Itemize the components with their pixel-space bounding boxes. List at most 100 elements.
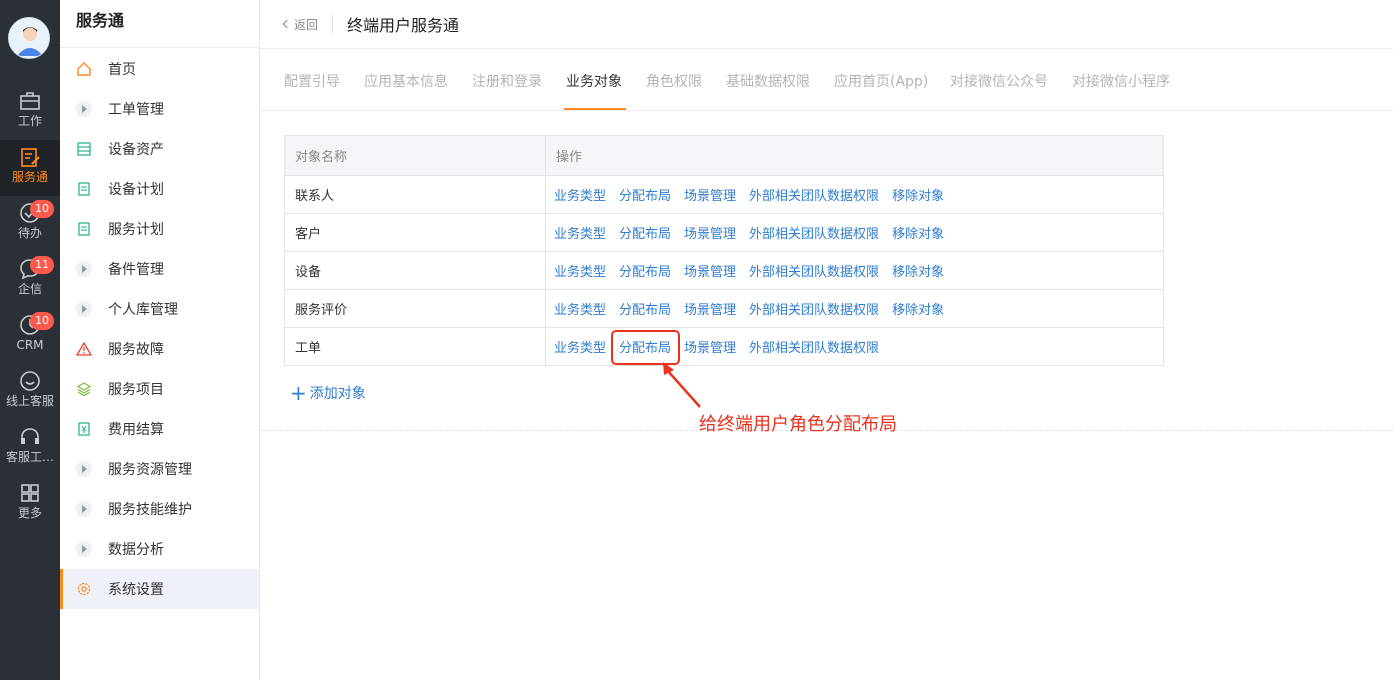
sidebar-item-service-faults[interactable]: 服务故障 bbox=[60, 329, 259, 369]
business-type-link[interactable]: 业务类型 bbox=[554, 303, 606, 318]
remove-object-link[interactable]: 移除对象 bbox=[892, 303, 944, 318]
external-team-permission-link[interactable]: 外部相关团队数据权限 bbox=[749, 265, 879, 280]
document-icon bbox=[76, 181, 92, 197]
business-type-link[interactable]: 业务类型 bbox=[554, 227, 606, 242]
sidebar-item-label: 备件管理 bbox=[108, 262, 164, 278]
tab-register-login[interactable]: 注册和登录 bbox=[472, 71, 542, 91]
external-team-permission-link[interactable]: 外部相关团队数据权限 bbox=[749, 189, 879, 204]
table-row: 客户 业务类型 分配布局 场景管理 外部相关团队数据权限 移除对象 bbox=[284, 213, 1164, 252]
sidebar-item-personal-inventory[interactable]: 个人库管理 bbox=[60, 289, 259, 329]
rail-label: 客服工… bbox=[5, 450, 54, 464]
remove-object-link[interactable]: 移除对象 bbox=[892, 227, 944, 242]
rail-label: 服务通 bbox=[11, 170, 48, 184]
rail-item-online-service[interactable]: 线上客服 bbox=[0, 370, 60, 426]
annotation-highlight-box bbox=[611, 330, 680, 365]
rail-item-crm[interactable]: 10 CRM bbox=[0, 312, 60, 370]
warning-icon bbox=[76, 341, 92, 357]
plus-icon: + bbox=[290, 381, 307, 405]
caret-right-icon bbox=[76, 261, 92, 277]
table-row: 联系人 业务类型 分配布局 场景管理 外部相关团队数据权限 移除对象 bbox=[284, 175, 1164, 214]
scene-management-link[interactable]: 场景管理 bbox=[684, 265, 736, 280]
sidebar-item-label: 费用结算 bbox=[108, 422, 164, 438]
sidebar-item-service-plan[interactable]: 服务计划 bbox=[60, 209, 259, 249]
assign-layout-link[interactable]: 分配布局 bbox=[619, 227, 671, 242]
rail-item-service[interactable]: 服务通 bbox=[0, 140, 60, 196]
assign-layout-link[interactable]: 分配布局 bbox=[619, 189, 671, 204]
sidebar-item-label: 工单管理 bbox=[108, 102, 164, 118]
rail-label: 待办 bbox=[17, 226, 42, 240]
sidebar-item-billing[interactable]: 费用结算 bbox=[60, 409, 259, 449]
sidebar-item-label: 服务计划 bbox=[108, 222, 164, 238]
grid-icon bbox=[21, 484, 39, 502]
caret-right-icon bbox=[76, 501, 92, 517]
actions-cell: 业务类型 分配布局 场景管理 外部相关团队数据权限 移除对象 bbox=[545, 213, 1164, 252]
sidebar-item-label: 服务故障 bbox=[108, 342, 164, 358]
service-icon bbox=[21, 148, 40, 167]
sidebar-item-label: 首页 bbox=[108, 62, 136, 78]
sidebar-item-device-plan[interactable]: 设备计划 bbox=[60, 169, 259, 209]
tab-basic-data-permissions[interactable]: 基础数据权限 bbox=[726, 71, 810, 91]
tab-wechat-miniprogram[interactable]: 对接微信小程序 bbox=[1072, 71, 1170, 91]
objects-table: 对象名称 操作 联系人 业务类型 分配布局 场景管理 外部相关团队数据权限 移除对象 客… bbox=[284, 135, 1164, 366]
scene-management-link[interactable]: 场景管理 bbox=[684, 227, 736, 242]
business-type-link[interactable]: 业务类型 bbox=[554, 189, 606, 204]
sidebar-item-label: 系统设置 bbox=[108, 582, 164, 598]
add-object-label: 添加对象 bbox=[309, 386, 366, 402]
sidebar-item-skill-maintenance[interactable]: 服务技能维护 bbox=[60, 489, 259, 529]
scene-management-link[interactable]: 场景管理 bbox=[684, 341, 736, 356]
caret-right-icon bbox=[76, 541, 92, 557]
sidebar-item-spare-parts[interactable]: 备件管理 bbox=[60, 249, 259, 289]
tab-app-home[interactable]: 应用首页(App) bbox=[834, 71, 928, 91]
document-icon bbox=[76, 221, 92, 237]
sidebar-item-label: 服务项目 bbox=[108, 382, 164, 398]
rail-item-more[interactable]: 更多 bbox=[0, 482, 60, 538]
object-name-cell: 客户 bbox=[284, 213, 546, 252]
object-name-cell: 服务评价 bbox=[284, 289, 546, 328]
table-row: 工单 业务类型 分配布局 场景管理 外部相关团队数据权限 bbox=[284, 327, 1164, 366]
add-object-button[interactable]: + 添加对象 bbox=[290, 383, 366, 403]
rail-item-service-desk[interactable]: 客服工… bbox=[0, 426, 60, 482]
sidebar-item-work-orders[interactable]: 工单管理 bbox=[60, 89, 259, 129]
business-type-link[interactable]: 业务类型 bbox=[554, 341, 606, 356]
back-button[interactable]: 返回 bbox=[282, 16, 318, 33]
actions-cell: 业务类型 分配布局 场景管理 外部相关团队数据权限 移除对象 bbox=[545, 289, 1164, 328]
column-header-object-name: 对象名称 bbox=[284, 135, 546, 176]
table-row: 设备 业务类型 分配布局 场景管理 外部相关团队数据权限 移除对象 bbox=[284, 251, 1164, 290]
tab-setup-guide[interactable]: 配置引导 bbox=[284, 71, 340, 91]
sidebar-item-device-assets[interactable]: 设备资产 bbox=[60, 129, 259, 169]
sidebar-item-label: 数据分析 bbox=[108, 542, 164, 558]
sidebar-item-system-settings[interactable]: 系统设置 bbox=[60, 569, 259, 609]
sidebar-item-home[interactable]: 首页 bbox=[60, 49, 259, 89]
sidebar-item-service-resources[interactable]: 服务资源管理 bbox=[60, 449, 259, 489]
rail-item-work[interactable]: 工作 bbox=[0, 90, 60, 146]
business-type-link[interactable]: 业务类型 bbox=[554, 265, 606, 280]
scene-management-link[interactable]: 场景管理 bbox=[684, 189, 736, 204]
actions-cell: 业务类型 分配布局 场景管理 外部相关团队数据权限 移除对象 bbox=[545, 251, 1164, 290]
tab-app-info[interactable]: 应用基本信息 bbox=[364, 71, 448, 91]
external-team-permission-link[interactable]: 外部相关团队数据权限 bbox=[749, 227, 879, 242]
sidebar-item-service-items[interactable]: 服务项目 bbox=[60, 369, 259, 409]
assign-layout-link[interactable]: 分配布局 bbox=[619, 265, 671, 280]
main-content: 返回 终端用户服务通 配置引导 应用基本信息 注册和登录 业务对象 角色权限 基… bbox=[260, 0, 1393, 680]
tab-wechat-official[interactable]: 对接微信公众号 bbox=[950, 71, 1048, 91]
annotation-text: 给终端用户角色分配布局 bbox=[699, 414, 897, 435]
sidebar-item-label: 服务技能维护 bbox=[108, 502, 192, 518]
assign-layout-link[interactable]: 分配布局 bbox=[619, 303, 671, 318]
user-avatar[interactable] bbox=[8, 17, 50, 59]
rail-item-messages[interactable]: 11 企信 bbox=[0, 256, 60, 314]
tab-business-objects[interactable]: 业务对象 bbox=[566, 71, 622, 91]
sidebar-item-data-analysis[interactable]: 数据分析 bbox=[60, 529, 259, 569]
device-icon bbox=[76, 141, 92, 157]
table-header-row: 对象名称 操作 bbox=[284, 135, 1164, 176]
tab-role-permissions[interactable]: 角色权限 bbox=[646, 71, 702, 91]
external-team-permission-link[interactable]: 外部相关团队数据权限 bbox=[749, 303, 879, 318]
actions-cell: 业务类型 分配布局 场景管理 外部相关团队数据权限 移除对象 bbox=[545, 175, 1164, 214]
rail-item-todo[interactable]: 10 待办 bbox=[0, 200, 60, 258]
caret-right-icon bbox=[76, 461, 92, 477]
scene-management-link[interactable]: 场景管理 bbox=[684, 303, 736, 318]
briefcase-icon bbox=[20, 92, 40, 110]
external-team-permission-link[interactable]: 外部相关团队数据权限 bbox=[749, 341, 879, 356]
page-title: 终端用户服务通 bbox=[347, 16, 460, 35]
remove-object-link[interactable]: 移除对象 bbox=[892, 265, 944, 280]
remove-object-link[interactable]: 移除对象 bbox=[892, 189, 944, 204]
